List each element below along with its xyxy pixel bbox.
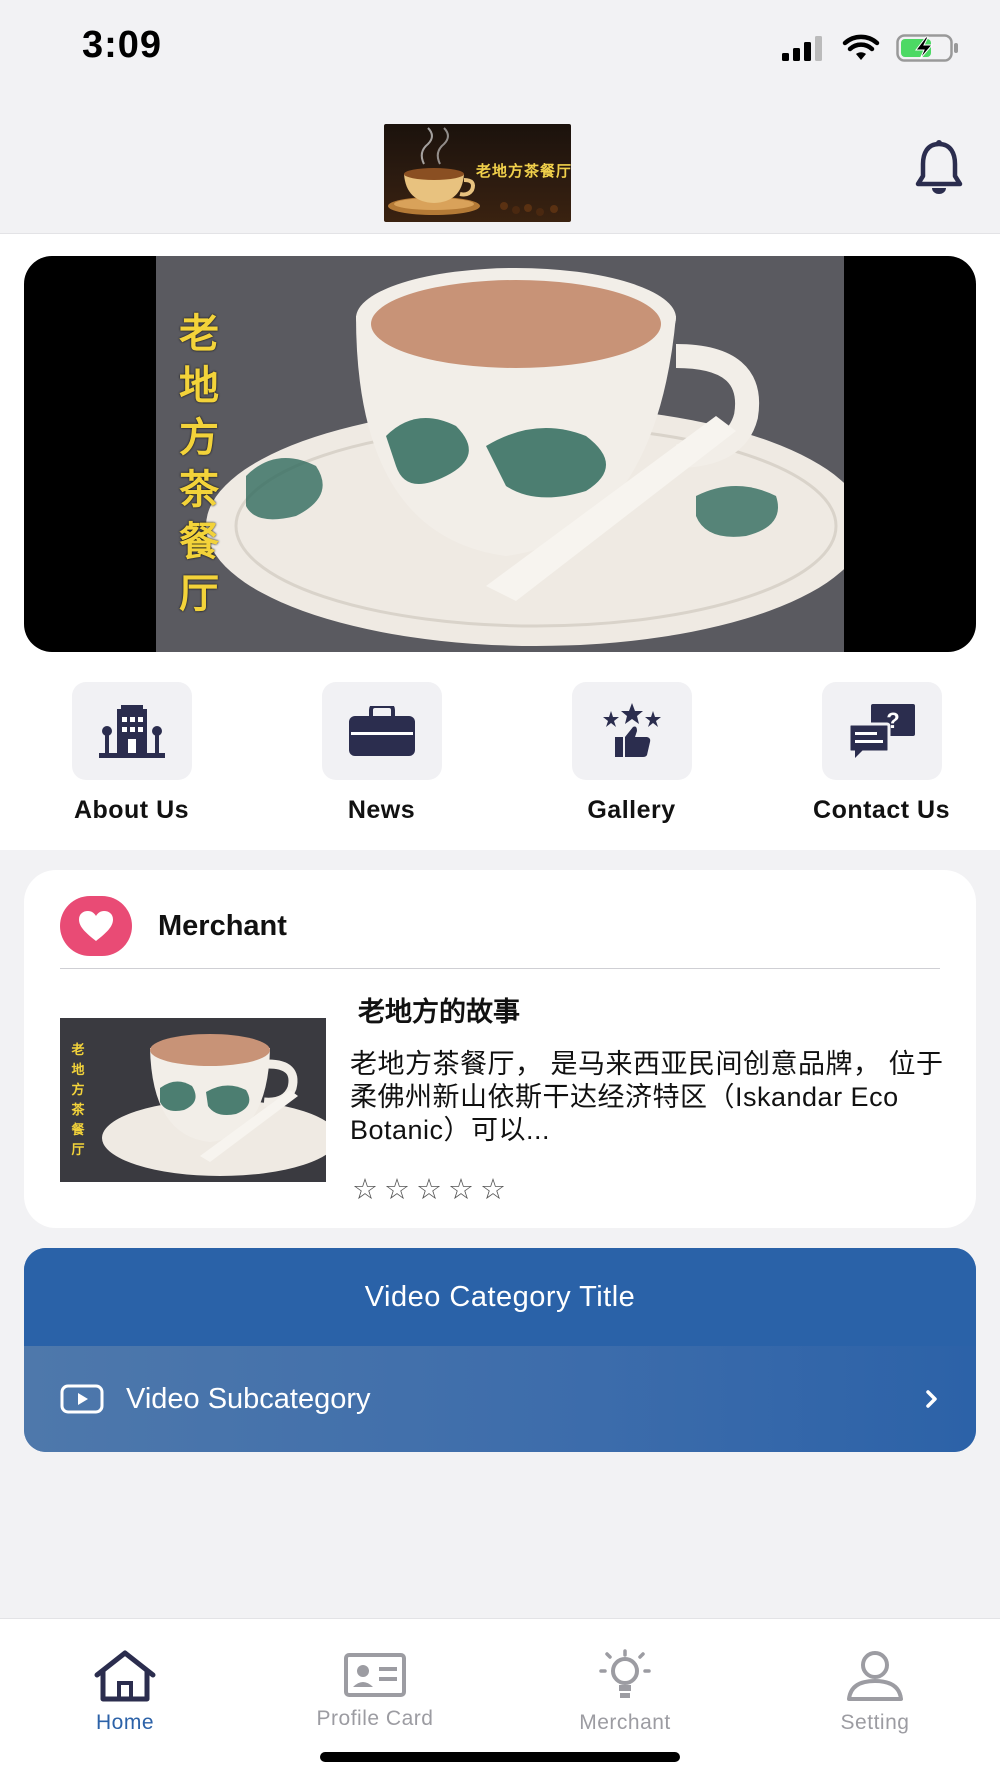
banner-vertical-text: 老 地 方 茶 餐 厅 — [174, 308, 224, 620]
divider — [60, 968, 940, 969]
merchant-card[interactable]: Merchant 老 地 方 茶 餐 厅 老地方的故事 老地方茶餐厅， 是马来西… — [24, 870, 976, 1228]
thumb-char: 餐 — [71, 1122, 85, 1137]
banner-char: 老 — [179, 312, 219, 356]
video-subcategory-label: Video Subcategory — [126, 1382, 371, 1415]
rating-thumbs-up-icon — [602, 703, 661, 757]
thumb-char: 老 — [71, 1042, 85, 1057]
merchant-name: 老地方的故事 — [358, 997, 520, 1027]
quick-label: Gallery — [587, 796, 676, 824]
thumb-char: 茶 — [71, 1102, 85, 1117]
star-icon: ☆ — [448, 1174, 474, 1206]
thumb-char: 厅 — [71, 1142, 85, 1157]
video-category-title: Video Category Title — [24, 1248, 976, 1346]
banner-char: 茶 — [179, 468, 219, 512]
status-icons — [782, 34, 960, 62]
merchant-description: 老地方茶餐厅， 是马来西亚民间创意品牌， 位于柔佛州新山依斯干达经济特区（Isk… — [350, 1049, 944, 1145]
quick-label: About Us — [73, 796, 190, 824]
quick-label: News — [347, 796, 416, 824]
id-card-icon — [344, 1653, 406, 1697]
star-icon: ☆ — [384, 1174, 410, 1206]
thumb-char: 地 — [71, 1062, 85, 1077]
building-icon — [98, 705, 165, 758]
status-bar: 3:09 — [0, 0, 1000, 96]
hero-banner[interactable]: 老 地 方 茶 餐 厅 — [24, 256, 976, 652]
banner-char: 方 — [179, 416, 219, 460]
quick-item-about-us[interactable]: About Us — [13, 682, 250, 825]
banner-char: 厅 — [179, 572, 219, 616]
quick-item-contact-us[interactable]: ? Contact Us — [763, 682, 1000, 825]
battery-charging-icon — [896, 34, 958, 62]
tab-label: Merchant — [579, 1711, 671, 1734]
briefcase-icon — [348, 706, 415, 756]
wifi-icon — [842, 34, 880, 60]
tab-label: Profile Card — [316, 1707, 434, 1730]
logo-text: 老地方茶餐厅 — [476, 163, 571, 180]
brand-logo: 老地方茶餐厅 — [384, 124, 571, 222]
merchant-section-title: Merchant — [158, 909, 287, 942]
thumb-char: 方 — [71, 1082, 85, 1097]
tab-label: Home — [95, 1711, 155, 1734]
quick-icon-box — [321, 682, 442, 780]
lightbulb-icon — [599, 1649, 651, 1698]
merchant-rating: ☆ ☆ ☆ ☆ ☆ — [352, 1172, 506, 1207]
chat-question-icon: ? — [848, 704, 915, 758]
user-icon — [847, 1651, 903, 1701]
chevron-right-icon — [926, 1390, 937, 1408]
merchant-section-header: Merchant — [60, 890, 287, 962]
banner-char: 餐 — [179, 520, 219, 564]
home-indicator — [320, 1752, 680, 1762]
quick-icon-box: ? — [821, 682, 942, 780]
play-video-icon — [60, 1384, 104, 1414]
star-icon: ☆ — [352, 1174, 378, 1206]
heart-icon — [60, 896, 132, 956]
star-icon: ☆ — [416, 1174, 442, 1206]
star-icon: ☆ — [480, 1174, 506, 1206]
quick-label: Contact Us — [813, 796, 950, 824]
banner-photo — [156, 256, 844, 652]
tab-label: Setting — [840, 1711, 910, 1734]
notification-bell-icon[interactable] — [914, 140, 964, 194]
quick-icon-box — [571, 682, 692, 780]
status-time: 3:09 — [82, 24, 163, 66]
merchant-thumbnail: 老 地 方 茶 餐 厅 — [60, 1018, 326, 1182]
signal-icon — [782, 36, 822, 61]
banner-char: 地 — [179, 364, 219, 408]
quick-icon-box — [71, 682, 192, 780]
thumb-vertical-text: 老 地 方 茶 餐 厅 — [68, 1040, 88, 1160]
quick-item-gallery[interactable]: Gallery — [513, 682, 750, 825]
video-category-card: Video Category Title Video Subcategory — [24, 1248, 976, 1452]
quick-menu: About Us News Gallery ? Contact Us — [0, 682, 1000, 825]
home-content: 老 地 方 茶 餐 厅 About Us News Gallery ? Cont… — [0, 234, 1000, 850]
home-icon — [94, 1650, 156, 1702]
app-header: 老地方茶餐厅 — [0, 96, 1000, 234]
tab-setting[interactable]: Setting — [750, 1619, 1000, 1778]
tab-home[interactable]: Home — [0, 1619, 250, 1778]
quick-item-news[interactable]: News — [263, 682, 500, 825]
video-subcategory-row[interactable]: Video Subcategory — [24, 1346, 976, 1452]
